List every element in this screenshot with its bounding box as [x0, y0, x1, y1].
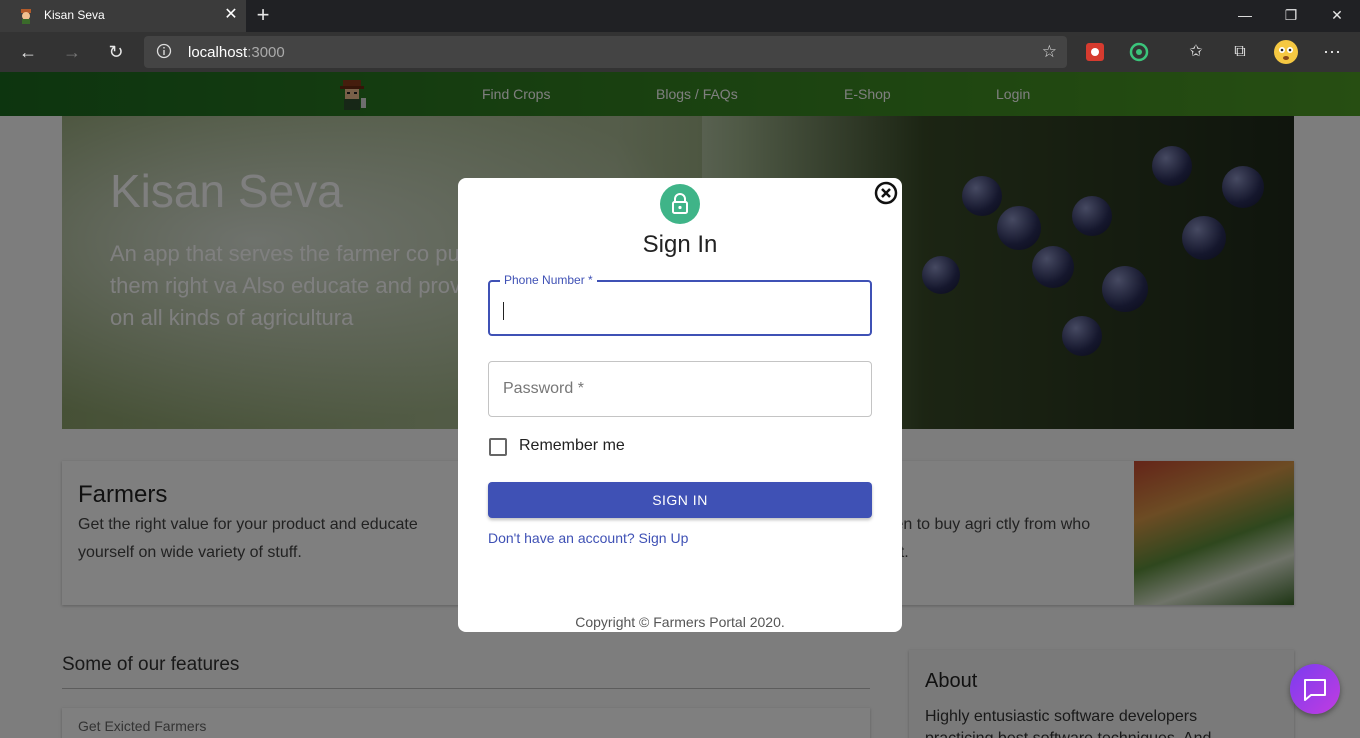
- favorites-icon[interactable]: ✩: [1182, 38, 1210, 66]
- minimize-icon[interactable]: —: [1222, 0, 1268, 32]
- farmer-favicon-icon: [21, 9, 31, 24]
- info-icon: [156, 43, 172, 59]
- password-label: Password *: [503, 380, 584, 397]
- close-icon[interactable]: ✕: [222, 6, 240, 24]
- extension-red-icon[interactable]: [1084, 41, 1106, 63]
- close-icon[interactable]: [874, 181, 898, 205]
- browser-toolbar: ← → ↻ localhost:3000 ☆ ✩ ⧉ ⋯: [0, 32, 1360, 72]
- chat-button[interactable]: [1290, 664, 1340, 714]
- tab-title: Kisan Seva: [44, 8, 105, 22]
- profile-avatar-icon[interactable]: [1273, 39, 1299, 65]
- phone-number-input[interactable]: Phone Number *: [488, 273, 872, 336]
- back-arrow-icon[interactable]: ←: [14, 38, 42, 66]
- password-input[interactable]: Password *: [488, 361, 872, 417]
- remember-me-label: Remember me: [519, 437, 625, 454]
- modal-title: Sign In: [642, 231, 718, 258]
- browser-chrome: Kisan Seva ✕ + — ❐ ✕ ← → ↻ localhost:300…: [0, 0, 1360, 72]
- signup-link[interactable]: Don't have an account? Sign Up: [488, 530, 688, 546]
- plus-icon[interactable]: +: [252, 4, 274, 28]
- restore-icon[interactable]: ❐: [1268, 0, 1314, 32]
- browser-tab[interactable]: Kisan Seva ✕: [0, 0, 246, 32]
- copyright-text: Copyright © Farmers Portal 2020.: [575, 614, 785, 630]
- checkbox-icon[interactable]: [489, 438, 507, 456]
- extension-green-icon[interactable]: [1128, 41, 1150, 63]
- lock-icon: [672, 193, 688, 214]
- reload-icon[interactable]: ↻: [102, 38, 130, 66]
- forward-arrow-icon[interactable]: →: [58, 38, 86, 66]
- url-text: localhost:3000: [188, 44, 285, 61]
- phone-number-label: Phone Number *: [500, 273, 597, 287]
- signin-button[interactable]: SIGN IN: [488, 482, 872, 518]
- signin-modal: Sign In Phone Number * Password * Rememb…: [458, 178, 902, 632]
- lock-avatar: [660, 184, 700, 224]
- collections-icon[interactable]: ⧉: [1226, 38, 1254, 66]
- web-page: Find Crops Blogs / FAQs E-Shop Login Kis…: [0, 72, 1360, 738]
- text-cursor: [503, 302, 504, 320]
- more-icon[interactable]: ⋯: [1318, 38, 1346, 66]
- tab-bar: Kisan Seva ✕ + — ❐ ✕: [0, 0, 1360, 32]
- star-icon[interactable]: ☆: [1042, 42, 1057, 62]
- window-close-icon[interactable]: ✕: [1314, 0, 1360, 32]
- address-bar[interactable]: localhost:3000 ☆: [144, 36, 1067, 68]
- chat-icon: [1304, 679, 1326, 701]
